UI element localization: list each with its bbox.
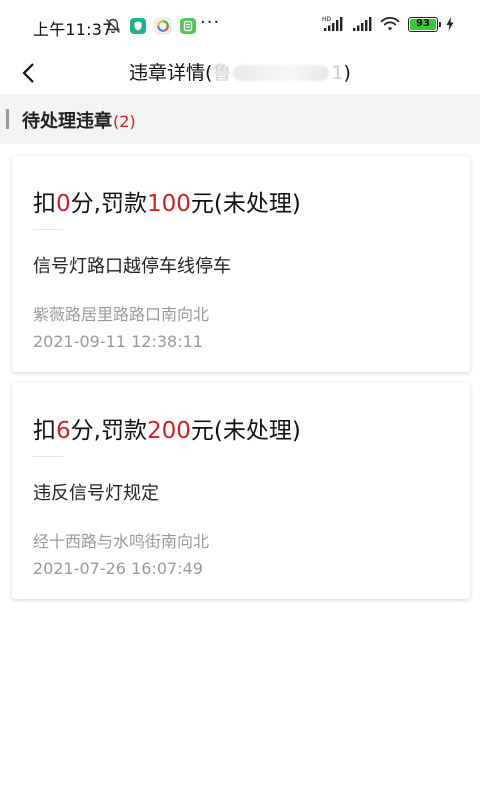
status-time: 上午11:37 [33, 20, 113, 39]
status-bar: 上午11:37 ··· HD 93 [0, 0, 480, 52]
penalty-deduct-label: 扣 [33, 418, 56, 444]
violation-penalty: 扣0分,罚款100元(未处理) [33, 184, 301, 218]
card-divider [33, 456, 63, 457]
section-accent-bar [6, 109, 9, 129]
page-title-suffix: ) [343, 62, 351, 84]
violation-penalty: 扣6分,罚款200元(未处理) [33, 411, 301, 445]
hd-label: HD [322, 16, 332, 23]
section-title: 待处理违章(2) [22, 107, 136, 133]
cell-signal-icon [353, 17, 372, 31]
violation-location: 紫薇路居里路路口南向北 [33, 305, 210, 324]
section-title-text: 待处理违章 [22, 111, 112, 132]
penalty-status: 元(未处理) [190, 191, 301, 217]
section-count: (2) [113, 112, 136, 131]
battery-level: 93 [416, 18, 430, 29]
card-divider [33, 229, 63, 230]
penalty-deduct-label: 扣 [33, 191, 56, 217]
status-notification-icons [104, 17, 196, 35]
section-header: 待处理违章(2) [0, 94, 480, 144]
violation-description: 违反信号灯规定 [33, 483, 159, 504]
wifi-icon [380, 17, 400, 31]
violation-description: 信号灯路口越停车线停车 [33, 256, 231, 277]
page-title-plate-start: 鲁 [212, 62, 232, 84]
app-notification-icon [130, 18, 146, 34]
colorful-app-icon [154, 17, 172, 35]
violation-card[interactable]: 扣6分,罚款200元(未处理) 违反信号灯规定 经十西路与水鸣街南向北 2021… [12, 383, 470, 599]
green-app-icon [180, 18, 196, 34]
battery-icon: 93 [408, 16, 441, 32]
penalty-fine-label: 分,罚款 [70, 418, 147, 444]
more-notifications-icon: ··· [200, 12, 221, 33]
hd-signal-icon: HD [322, 16, 343, 31]
nav-header: 违章详情(鲁 1) [0, 52, 480, 94]
penalty-points: 0 [56, 191, 71, 217]
status-system-icons: HD 93 [322, 15, 454, 33]
violation-time: 2021-09-11 12:38:11 [33, 332, 203, 351]
violation-list: 扣0分,罚款100元(未处理) 信号灯路口越停车线停车 紫薇路居里路路口南向北 … [12, 156, 470, 610]
muted-bell-icon [105, 18, 121, 34]
violation-location: 经十西路与水鸣街南向北 [33, 532, 210, 551]
page-title-prefix: 违章详情( [129, 62, 213, 84]
page-title-plate-end: 1 [331, 62, 344, 84]
penalty-fine: 100 [146, 191, 191, 217]
penalty-points: 6 [56, 418, 71, 444]
penalty-fine: 200 [146, 418, 191, 444]
page-title: 违章详情(鲁 1) [0, 58, 480, 85]
redacted-plate [233, 65, 330, 81]
penalty-fine-label: 分,罚款 [70, 191, 147, 217]
charging-icon [446, 17, 454, 31]
penalty-status: 元(未处理) [190, 418, 301, 444]
battery-nub [439, 21, 441, 27]
violation-time: 2021-07-26 16:07:49 [33, 559, 203, 578]
violation-card[interactable]: 扣0分,罚款100元(未处理) 信号灯路口越停车线停车 紫薇路居里路路口南向北 … [12, 156, 470, 372]
